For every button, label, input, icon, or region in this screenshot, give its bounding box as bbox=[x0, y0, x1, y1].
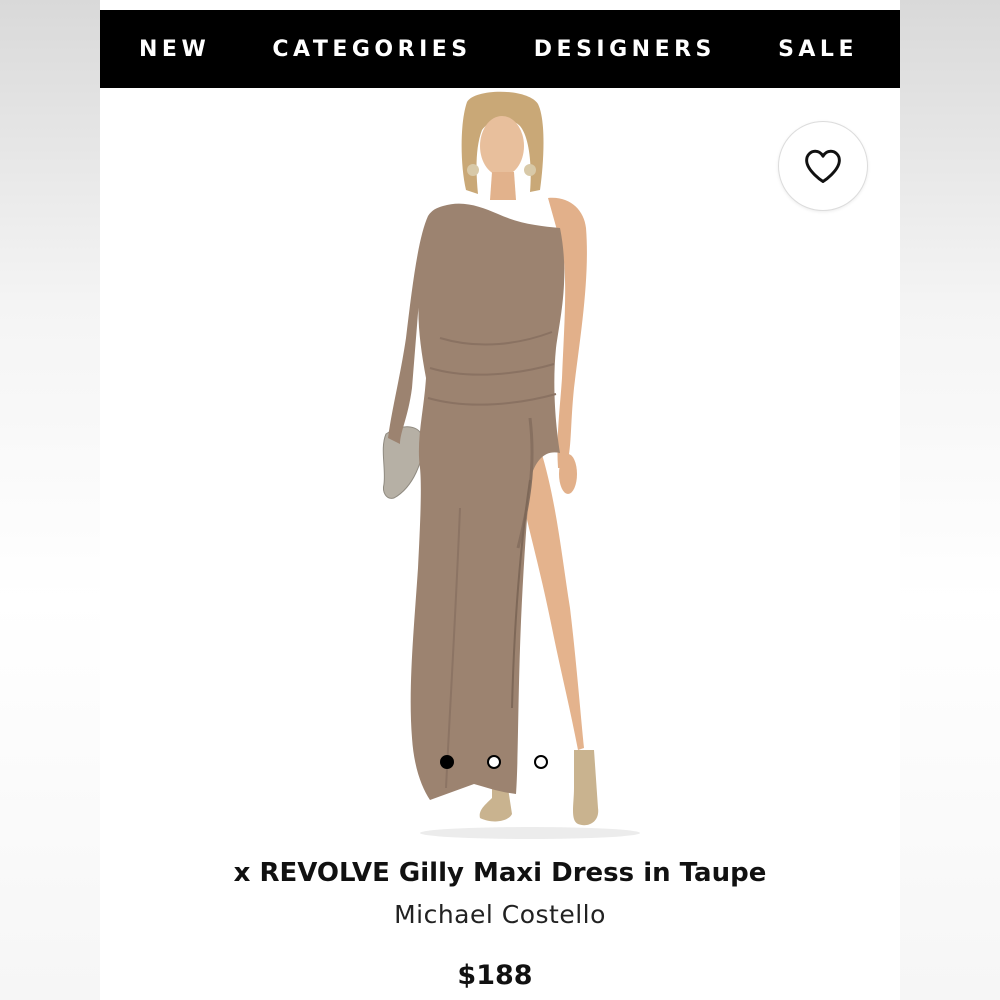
nav-new[interactable]: NEW bbox=[139, 37, 210, 62]
product-price: $188 bbox=[457, 960, 533, 991]
carousel-dot-3[interactable] bbox=[534, 755, 548, 769]
wishlist-button[interactable] bbox=[778, 121, 868, 211]
product-designer[interactable]: Michael Costello bbox=[100, 900, 900, 929]
product-image-carousel[interactable] bbox=[100, 88, 900, 840]
product-page: NEW CATEGORIES DESIGNERS SALE x REVOLVE … bbox=[100, 0, 900, 1000]
carousel-indicators bbox=[440, 755, 548, 769]
product-image bbox=[382, 91, 640, 839]
nav-categories[interactable]: CATEGORIES bbox=[272, 37, 471, 62]
carousel-dot-2[interactable] bbox=[487, 755, 501, 769]
nav-designers[interactable]: DESIGNERS bbox=[534, 37, 716, 62]
carousel-dot-1[interactable] bbox=[440, 755, 454, 769]
nav-sale[interactable]: SALE bbox=[778, 37, 858, 62]
heart-outline-icon bbox=[805, 149, 841, 184]
product-title: x REVOLVE Gilly Maxi Dress in Taupe bbox=[233, 858, 767, 888]
top-navigation: NEW CATEGORIES DESIGNERS SALE bbox=[100, 10, 900, 88]
